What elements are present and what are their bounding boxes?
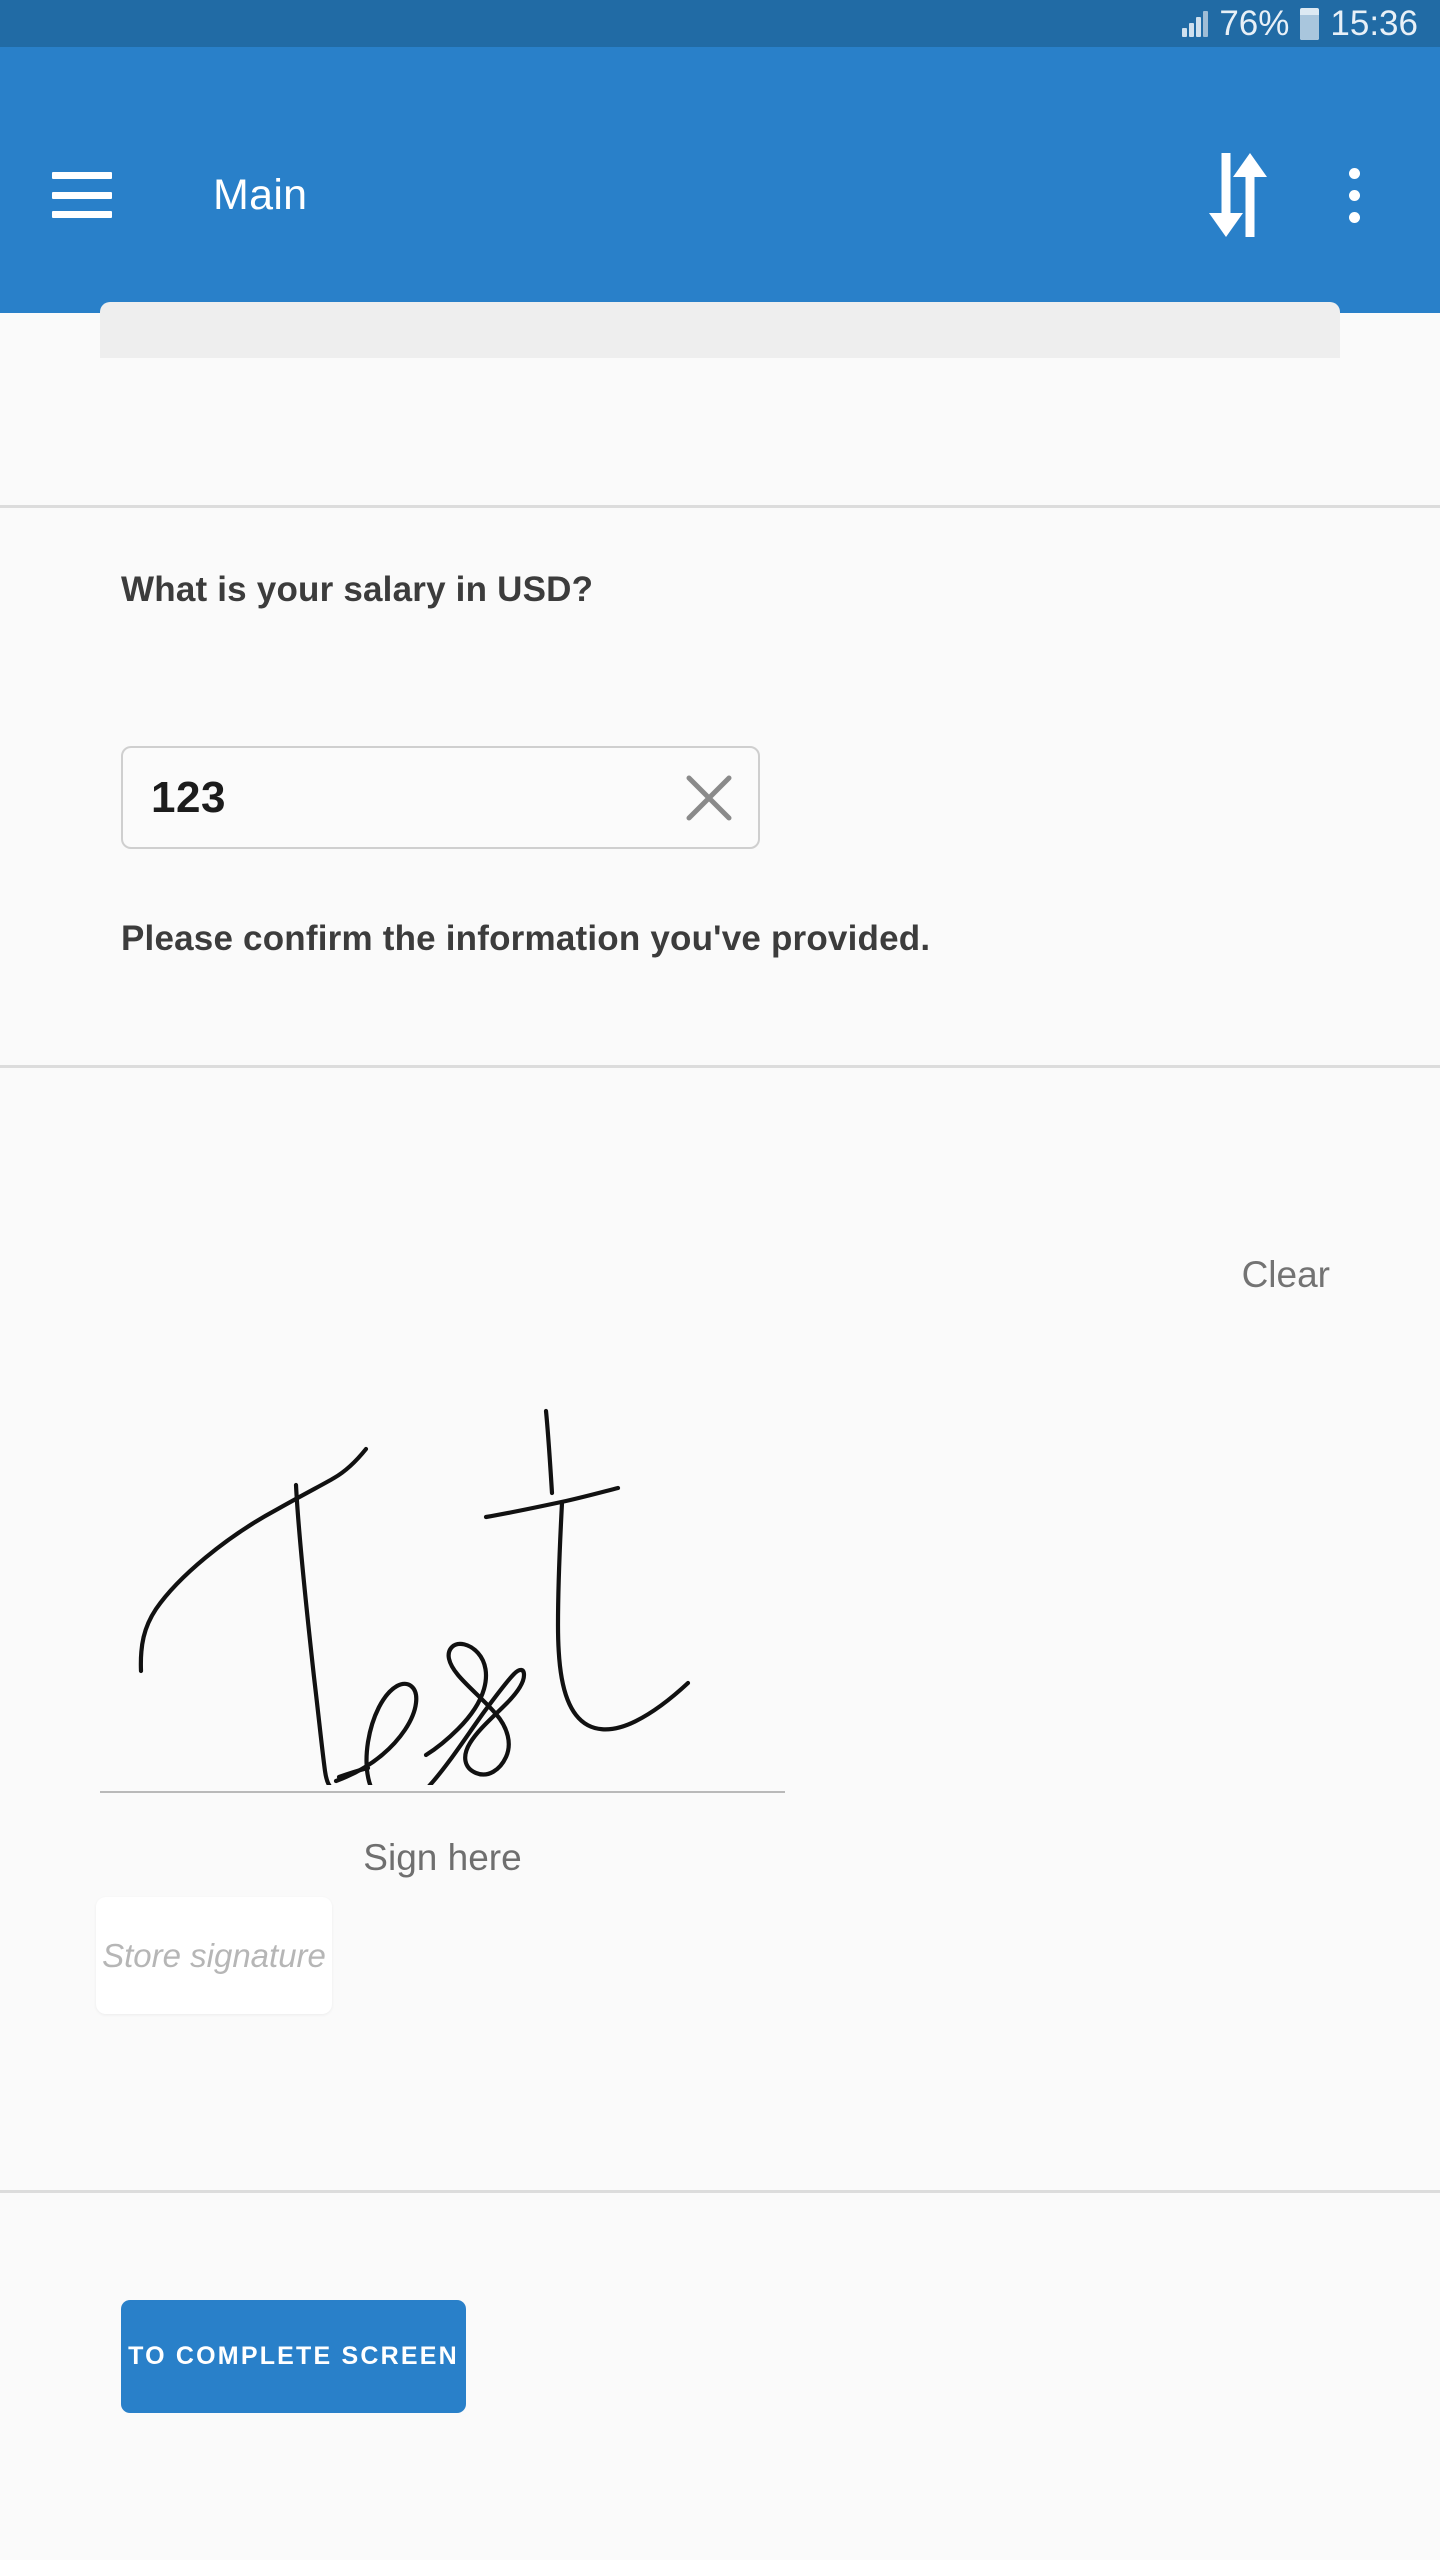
page-title: Main <box>213 170 308 219</box>
battery-icon <box>1300 7 1320 40</box>
close-x-icon[interactable] <box>666 755 752 841</box>
app-bar-row: Main <box>0 135 1440 255</box>
to-complete-screen-label: TO COMPLETE SCREEN <box>128 2342 459 2370</box>
section-divider <box>0 505 1440 508</box>
section-divider <box>0 2190 1440 2193</box>
clear-signature-button[interactable]: Clear <box>1242 1254 1330 1296</box>
store-signature-label: Store signature <box>102 1936 326 1974</box>
section-divider <box>0 1065 1440 1068</box>
sync-up-down-arrows-icon[interactable] <box>1190 147 1286 243</box>
hamburger-menu-icon[interactable] <box>52 172 112 218</box>
clock-label: 15:36 <box>1330 4 1418 43</box>
salary-input-value[interactable]: 123 <box>151 773 666 823</box>
previous-question-card-partial <box>100 302 1340 358</box>
sign-here-label: Sign here <box>363 1837 522 1878</box>
status-bar: 76% 15:36 <box>0 0 1440 47</box>
store-signature-button[interactable]: Store signature <box>96 1897 332 2014</box>
overflow-menu-icon[interactable] <box>1306 147 1402 243</box>
salary-question-label: What is your salary in USD? <box>121 570 594 609</box>
to-complete-screen-button[interactable]: TO COMPLETE SCREEN <box>121 2300 466 2413</box>
app-bar-actions <box>1190 147 1440 243</box>
signal-bars-icon <box>1182 10 1209 37</box>
battery-percent-label: 76% <box>1219 4 1290 43</box>
app-bar: Main <box>0 47 1440 313</box>
signature-baseline <box>100 1791 785 1793</box>
app-screen: 76% 15:36 Main What is your salary in US… <box>0 0 1440 2560</box>
signature-canvas[interactable] <box>100 1225 780 1785</box>
signature-question-label: Please confirm the information you've pr… <box>121 919 931 958</box>
salary-input-field[interactable]: 123 <box>121 746 760 849</box>
